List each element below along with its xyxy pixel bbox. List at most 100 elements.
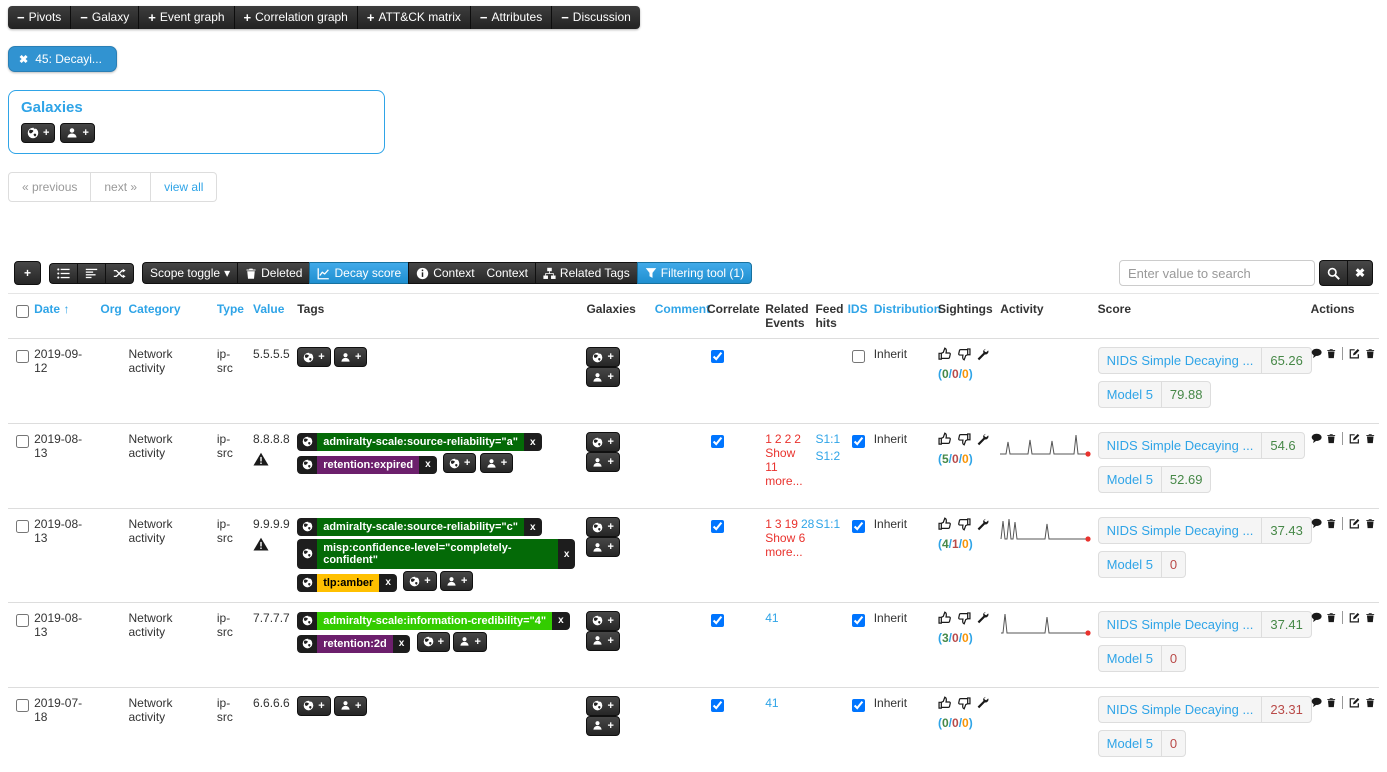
warning-icon[interactable] [253,537,269,551]
thumbs-up-icon[interactable] [938,611,952,625]
header-distribution[interactable]: Distribution [874,302,941,316]
add-local-tag-button[interactable]: + [480,453,513,473]
add-galaxy-button[interactable]: + [586,517,619,537]
ids-checkbox[interactable] [852,350,865,363]
tag-label[interactable]: admiralty-scale:information-credibility=… [317,612,552,630]
thumbs-down-icon[interactable] [957,517,971,531]
ids-checkbox[interactable] [852,699,865,712]
header-comment[interactable]: Comment [655,302,710,316]
show-more-link[interactable]: Show 6 more... [765,531,805,559]
tab-galaxy[interactable]: −Galaxy [71,6,139,29]
header-org[interactable]: Org [100,302,121,316]
tab-event-graph[interactable]: +Event graph [139,6,234,29]
feed-hit-link[interactable]: S1:1 [815,517,839,531]
header-value[interactable]: Value [253,302,284,316]
correlate-checkbox[interactable] [711,350,724,363]
add-galaxy-button[interactable]: + [586,347,619,367]
sightings-counts[interactable]: (3/0/0) [938,631,992,645]
sightings-counts[interactable]: (0/0/0) [938,716,992,730]
clear-search-button[interactable]: ✖ [1347,260,1373,286]
correlation-view-button[interactable] [105,263,134,284]
thumbs-up-icon[interactable] [938,696,952,710]
add-local-galaxy-button[interactable]: + [60,123,94,143]
row-select-checkbox[interactable] [16,435,29,448]
delete-icon[interactable] [1365,611,1375,624]
related-event-link[interactable]: 28 [801,517,814,531]
comment-icon[interactable] [1311,696,1322,709]
add-local-tag-button[interactable]: + [334,696,367,716]
tab-attributes[interactable]: −Attributes [471,6,552,29]
header-date[interactable]: Date ↑ [34,302,69,316]
soft-delete-icon[interactable] [1326,432,1336,445]
tag[interactable]: retention:expired x [297,456,436,474]
related-event-link[interactable]: 1 [765,517,772,531]
related-event-link[interactable]: 2 [775,432,782,446]
add-local-tag-button[interactable]: + [440,571,473,591]
sightings-counts[interactable]: (4/1/0) [938,537,992,551]
feed-hit-link[interactable]: S1:2 [815,449,839,463]
select-all-checkbox[interactable] [16,305,29,318]
view-all-button[interactable]: view all [151,172,217,202]
remove-tag-icon[interactable]: x [552,612,570,629]
tag-label[interactable]: tlp:amber [317,574,379,592]
comment-icon[interactable] [1311,517,1322,530]
edit-icon[interactable] [1349,517,1360,530]
tag[interactable]: retention:2d x [297,635,410,653]
wrench-icon[interactable] [976,696,989,709]
sightings-counts[interactable]: (5/0/0) [938,452,992,466]
thumbs-down-icon[interactable] [957,432,971,446]
correlate-checkbox[interactable] [711,614,724,627]
tag-label[interactable]: retention:2d [317,635,393,653]
add-local-galaxy-button[interactable]: + [586,452,619,472]
related-event-link[interactable]: 3 [775,517,782,531]
tag[interactable]: admiralty-scale:source-reliability="a" x [297,433,541,451]
thumbs-up-icon[interactable] [938,347,952,361]
feed-hit-link[interactable]: S1:1 [815,432,839,446]
comment-icon[interactable] [1311,611,1322,624]
tab-pivots[interactable]: −Pivots [8,6,71,29]
show-more-link[interactable]: Show 11 more... [765,446,802,488]
add-tag-button[interactable]: + [443,453,476,473]
add-local-galaxy-button[interactable]: + [586,537,619,557]
row-select-checkbox[interactable] [16,614,29,627]
correlate-checkbox[interactable] [711,699,724,712]
soft-delete-icon[interactable] [1326,696,1336,709]
next-page-button[interactable]: next » [91,172,151,202]
row-select-checkbox[interactable] [16,699,29,712]
add-local-tag-button[interactable]: + [453,632,486,652]
remove-tag-icon[interactable]: x [558,546,576,563]
tag-label[interactable]: admiralty-scale:source-reliability="a" [317,433,524,451]
sightings-counts[interactable]: (0/0/0) [938,367,992,381]
related-event-link[interactable]: 41 [765,696,778,710]
related-event-link[interactable]: 41 [765,611,778,625]
tag-label[interactable]: admiralty-scale:source-reliability="c" [317,518,524,536]
remove-tag-icon[interactable]: x [379,574,397,591]
remove-tag-icon[interactable]: x [524,434,542,451]
row-select-checkbox[interactable] [16,350,29,363]
add-attribute-button[interactable]: + [14,261,41,285]
related-tags-toggle-button[interactable]: Related Tags [535,262,637,284]
header-ids[interactable]: IDS [848,302,868,316]
related-event-link[interactable]: 2 [785,432,792,446]
previous-page-button[interactable]: « previous [8,172,91,202]
related-event-link[interactable]: 1 [765,432,772,446]
remove-tag-icon[interactable]: x [419,456,437,473]
row-select-checkbox[interactable] [16,520,29,533]
tag-label[interactable]: misp:confidence-level="completely-confid… [317,539,558,569]
wrench-icon[interactable] [976,348,989,361]
delete-icon[interactable] [1365,432,1375,445]
wrench-icon[interactable] [976,611,989,624]
ids-checkbox[interactable] [852,435,865,448]
add-local-galaxy-button[interactable]: + [586,631,619,651]
thumbs-up-icon[interactable] [938,517,952,531]
add-local-galaxy-button[interactable]: + [586,367,619,387]
tag-label[interactable]: retention:expired [317,456,419,474]
soft-delete-icon[interactable] [1326,347,1336,360]
thumbs-down-icon[interactable] [957,696,971,710]
remove-tag-icon[interactable]: x [524,519,542,536]
add-galaxy-button[interactable]: + [586,696,619,716]
wrench-icon[interactable] [976,433,989,446]
tag[interactable]: admiralty-scale:information-credibility=… [297,612,569,630]
edit-icon[interactable] [1349,696,1360,709]
delete-icon[interactable] [1365,347,1375,360]
